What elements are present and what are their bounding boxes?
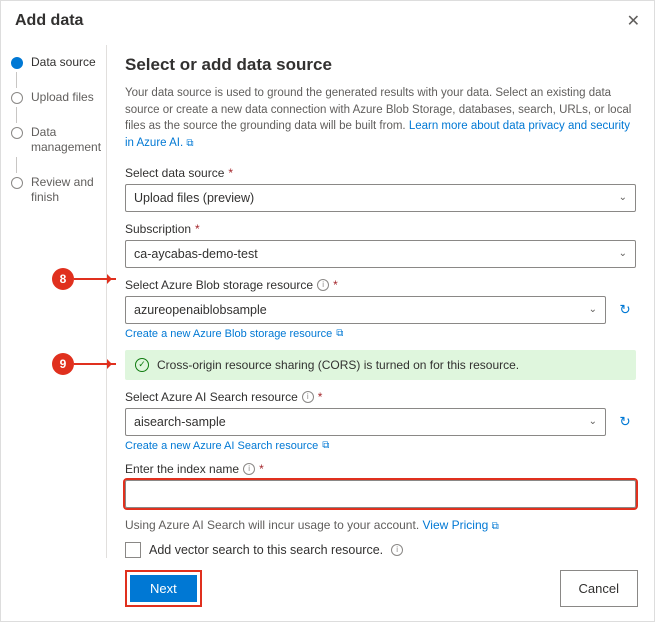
dialog-header: Add data ✕ (1, 1, 654, 45)
label-ai-search: Select Azure AI Search resource i * (125, 390, 636, 404)
chevron-down-icon: ⌄ (619, 192, 627, 203)
vector-search-label: Add vector search to this search resourc… (149, 543, 383, 557)
field-subscription: Subscription * ca-aycabas-demo-test ⌄ (125, 222, 636, 268)
step-review-finish[interactable]: Review and finish (11, 175, 96, 205)
step-upload-files[interactable]: Upload files (11, 90, 96, 105)
dialog-footer: Next Cancel (1, 558, 654, 621)
description-text: Your data source is used to ground the g… (125, 85, 636, 152)
step-data-source[interactable]: Data source (11, 55, 96, 70)
create-blob-link[interactable]: Create a new Azure Blob storage resource… (125, 328, 343, 340)
step-dot-icon (11, 127, 23, 139)
chevron-down-icon: ⌄ (619, 248, 627, 259)
view-pricing-link[interactable]: View Pricing ⧉ (423, 518, 499, 532)
vector-search-row: Add vector search to this search resourc… (125, 542, 636, 558)
external-link-icon: ⧉ (186, 138, 193, 149)
label-blob-storage: Select Azure Blob storage resource i * (125, 278, 636, 292)
wizard-stepper: Data source Upload files Data management… (1, 45, 107, 558)
label-index-name: Enter the index name i * (125, 462, 636, 476)
next-highlight: Next (125, 570, 202, 607)
step-dot-icon (11, 57, 23, 69)
field-data-source: Select data source * Upload files (previ… (125, 166, 636, 212)
external-link-icon: ⧉ (322, 440, 329, 451)
next-button[interactable]: Next (130, 575, 197, 602)
step-connector (16, 107, 17, 123)
close-icon[interactable]: ✕ (627, 11, 640, 31)
info-icon[interactable]: i (391, 544, 403, 556)
dialog-title: Add data (15, 12, 83, 30)
info-icon[interactable]: i (243, 463, 255, 475)
add-data-dialog: Add data ✕ Data source Upload files Data… (0, 0, 655, 622)
external-link-icon: ⧉ (492, 521, 499, 532)
field-ai-search: Select Azure AI Search resource i * aise… (125, 390, 636, 452)
index-name-input[interactable] (125, 480, 636, 508)
refresh-icon: ↻ (619, 414, 630, 430)
external-link-icon: ⧉ (336, 328, 343, 339)
data-source-select[interactable]: Upload files (preview) ⌄ (125, 184, 636, 212)
step-dot-icon (11, 177, 23, 189)
field-blob-storage: Select Azure Blob storage resource i * a… (125, 278, 636, 340)
label-data-source: Select data source * (125, 166, 636, 180)
check-icon: ✓ (135, 358, 149, 372)
field-index-name: Enter the index name i * (125, 462, 636, 508)
subscription-select[interactable]: ca-aycabas-demo-test ⌄ (125, 240, 636, 268)
main-panel: Select or add data source Your data sour… (107, 45, 654, 558)
step-dot-icon (11, 92, 23, 104)
step-connector (16, 72, 17, 88)
ai-search-select[interactable]: aisearch-sample ⌄ (125, 408, 606, 436)
page-title: Select or add data source (125, 55, 636, 75)
refresh-blob-button[interactable]: ↻ (614, 299, 636, 321)
step-data-management[interactable]: Data management (11, 125, 96, 155)
chevron-down-icon: ⌄ (589, 416, 597, 427)
create-ai-search-link[interactable]: Create a new Azure AI Search resource ⧉ (125, 440, 329, 452)
cancel-button[interactable]: Cancel (560, 570, 638, 607)
refresh-ai-search-button[interactable]: ↻ (614, 411, 636, 433)
cors-banner: ✓ Cross-origin resource sharing (CORS) i… (125, 350, 636, 380)
usage-note: Using Azure AI Search will incur usage t… (125, 518, 636, 532)
vector-search-checkbox[interactable] (125, 542, 141, 558)
info-icon[interactable]: i (302, 391, 314, 403)
dialog-body: Data source Upload files Data management… (1, 45, 654, 558)
refresh-icon: ↻ (619, 302, 630, 318)
label-subscription: Subscription * (125, 222, 636, 236)
step-connector (16, 157, 17, 173)
info-icon[interactable]: i (317, 279, 329, 291)
blob-storage-select[interactable]: azureopenaiblobsample ⌄ (125, 296, 606, 324)
chevron-down-icon: ⌄ (589, 304, 597, 315)
